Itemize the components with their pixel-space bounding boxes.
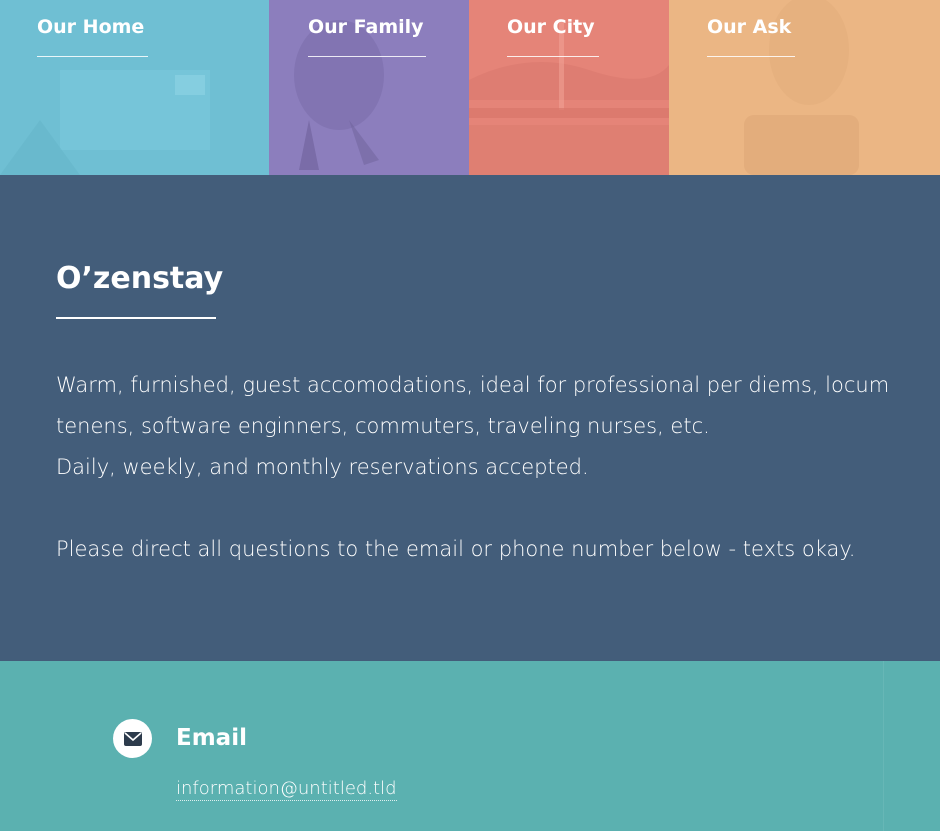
tile-underline	[507, 56, 599, 57]
title-underline	[56, 317, 216, 319]
email-heading: Email	[176, 725, 247, 751]
tile-label: Our Family	[308, 16, 424, 38]
description: Warm, furnished, guest accomodations, id…	[56, 365, 896, 488]
tile-our-ask[interactable]: Our Ask	[669, 0, 940, 175]
tile-label: Our City	[507, 16, 595, 38]
divider	[883, 661, 884, 831]
tile-our-family[interactable]: Our Family	[269, 0, 469, 175]
tile-our-city[interactable]: Our City	[469, 0, 669, 175]
tile-our-home[interactable]: Our Home	[0, 0, 269, 175]
envelope-icon	[113, 719, 152, 758]
nav-tiles: Our Home Our Family Our City Our Ask	[0, 0, 940, 175]
tile-label: Our Home	[37, 16, 145, 38]
description-line: Warm, furnished, guest accomodations, id…	[56, 373, 890, 438]
tile-underline	[707, 56, 795, 57]
page-title: O’zenstay	[56, 261, 224, 296]
contact-note: Please direct all questions to the email…	[56, 537, 856, 561]
tile-label: Our Ask	[707, 16, 792, 38]
description-line: Daily, weekly, and monthly reservations …	[56, 455, 589, 479]
tile-underline	[37, 56, 148, 57]
contact-section: Email information@untitled.tld	[0, 661, 940, 831]
intro-banner: O’zenstay Warm, furnished, guest accomod…	[0, 175, 940, 661]
email-link[interactable]: information@untitled.tld	[176, 778, 397, 801]
tile-underline	[308, 56, 426, 57]
